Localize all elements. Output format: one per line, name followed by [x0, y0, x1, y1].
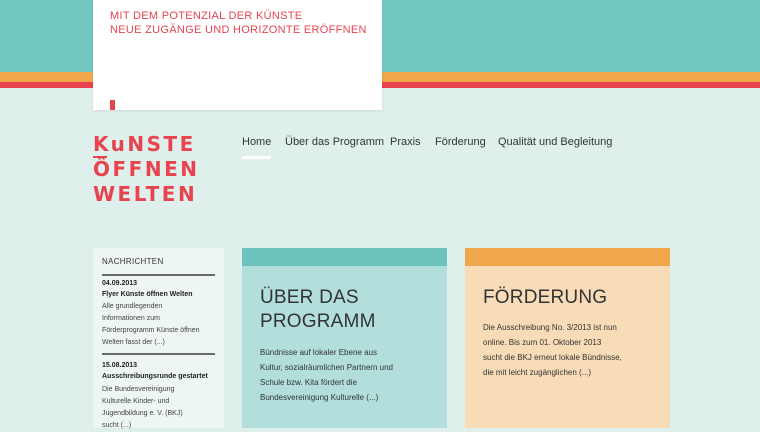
news-excerpt-line: Kulturelle Kinder- und: [102, 398, 170, 405]
nav-home[interactable]: Home: [242, 136, 272, 159]
card-text-line: sucht die BKJ erneut lokale Bündnisse,: [483, 353, 622, 362]
nav-praxis[interactable]: Praxis: [390, 136, 421, 148]
news-divider: [102, 274, 215, 276]
card-ueber-das-programm[interactable]: ÜBER DAS PROGRAMM Bündnisse auf lokaler …: [242, 248, 447, 428]
tagline-box: MIT DEM POTENZIAL DER KÜNSTE NEUE ZUGÄNG…: [93, 0, 382, 110]
card-text-line: online. Bis zum 01. Oktober 2013: [483, 338, 602, 347]
news-title-link[interactable]: Ausschreibungsrunde gestartet: [102, 373, 208, 380]
news-excerpt-line: sucht (...): [102, 422, 132, 429]
news-sidebar: NACHRICHTEN 04.09.2013 Flyer Künste öffn…: [93, 248, 224, 429]
card-title: FÖRDERUNG: [483, 286, 607, 310]
card-title-line: FÖRDERUNG: [483, 287, 608, 308]
news-excerpt-line: Welten fasst der (...): [102, 339, 165, 346]
news-excerpt-line: Alle grundlegenden: [102, 303, 163, 310]
tagline: MIT DEM POTENZIAL DER KÜNSTE NEUE ZUGÄNG…: [110, 9, 367, 37]
card-text-line: Schule bzw. Kita fördert die: [260, 378, 357, 387]
news-excerpt-line: Informationen zum: [102, 315, 160, 322]
logo-line-2: ÖFFNEN: [93, 157, 200, 181]
card-text: Die Ausschreibung No. 3/2013 ist nun onl…: [483, 320, 663, 380]
news-heading: NACHRICHTEN: [102, 257, 164, 266]
news-title-link[interactable]: Flyer Künste öffnen Welten: [102, 291, 193, 298]
card-title-line: ÜBER DAS: [260, 287, 359, 308]
tagline-line-1: MIT DEM POTENZIAL DER KÜNSTE: [110, 10, 303, 22]
card-text-line: Bundesvereinigung Kulturelle (...): [260, 393, 379, 402]
logo-umlaut-bar: [93, 156, 107, 158]
card-title-line: PROGRAMM: [260, 311, 376, 332]
card-title: ÜBER DAS PROGRAMM: [260, 286, 376, 334]
card-top-bar: [242, 248, 447, 266]
news-excerpt-line: Die Bundesvereinigung: [102, 386, 175, 393]
nav-ueber-das-programm[interactable]: Über das Programm: [285, 136, 384, 148]
logo-line-3: WELTEN: [93, 182, 198, 206]
nav-foerderung[interactable]: Förderung: [435, 136, 486, 148]
news-excerpt-line: Förderprogramm Künste öffnen: [102, 327, 200, 334]
news-date: 15.08.2013: [102, 362, 138, 369]
news-divider: [102, 353, 215, 355]
news-excerpt-line: Jugendbildung e. V. (BKJ): [102, 410, 183, 417]
site-logo[interactable]: KuNSTE ÖFFNEN WELTEN: [93, 132, 199, 207]
card-foerderung[interactable]: FÖRDERUNG Die Ausschreibung No. 3/2013 i…: [465, 248, 670, 428]
news-date: 04.09.2013: [102, 280, 138, 287]
news-excerpt: Die Bundesvereinigung Kulturelle Kinder-…: [102, 384, 220, 432]
card-top-bar: [465, 248, 670, 266]
tagline-line-2: NEUE ZUGÄNGE UND HORIZONTE ERÖFFNEN: [110, 24, 367, 36]
news-excerpt: Alle grundlegenden Informationen zum För…: [102, 301, 220, 349]
logo-accent: [110, 100, 115, 110]
card-text-line: Kultur, sozialräumlichen Partnern und: [260, 363, 393, 372]
nav-qualitaet-und-begleitung[interactable]: Qualität und Begleitung: [498, 136, 612, 148]
card-text-line: Bündnisse auf lokaler Ebene aus: [260, 348, 377, 357]
card-text-line: Die Ausschreibung No. 3/2013 ist nun: [483, 323, 617, 332]
card-text: Bündnisse auf lokaler Ebene aus Kultur, …: [260, 345, 440, 405]
logo-line-1: KuNSTE: [93, 132, 196, 156]
card-text-line: die mit leicht zugänglichen (...): [483, 368, 592, 377]
